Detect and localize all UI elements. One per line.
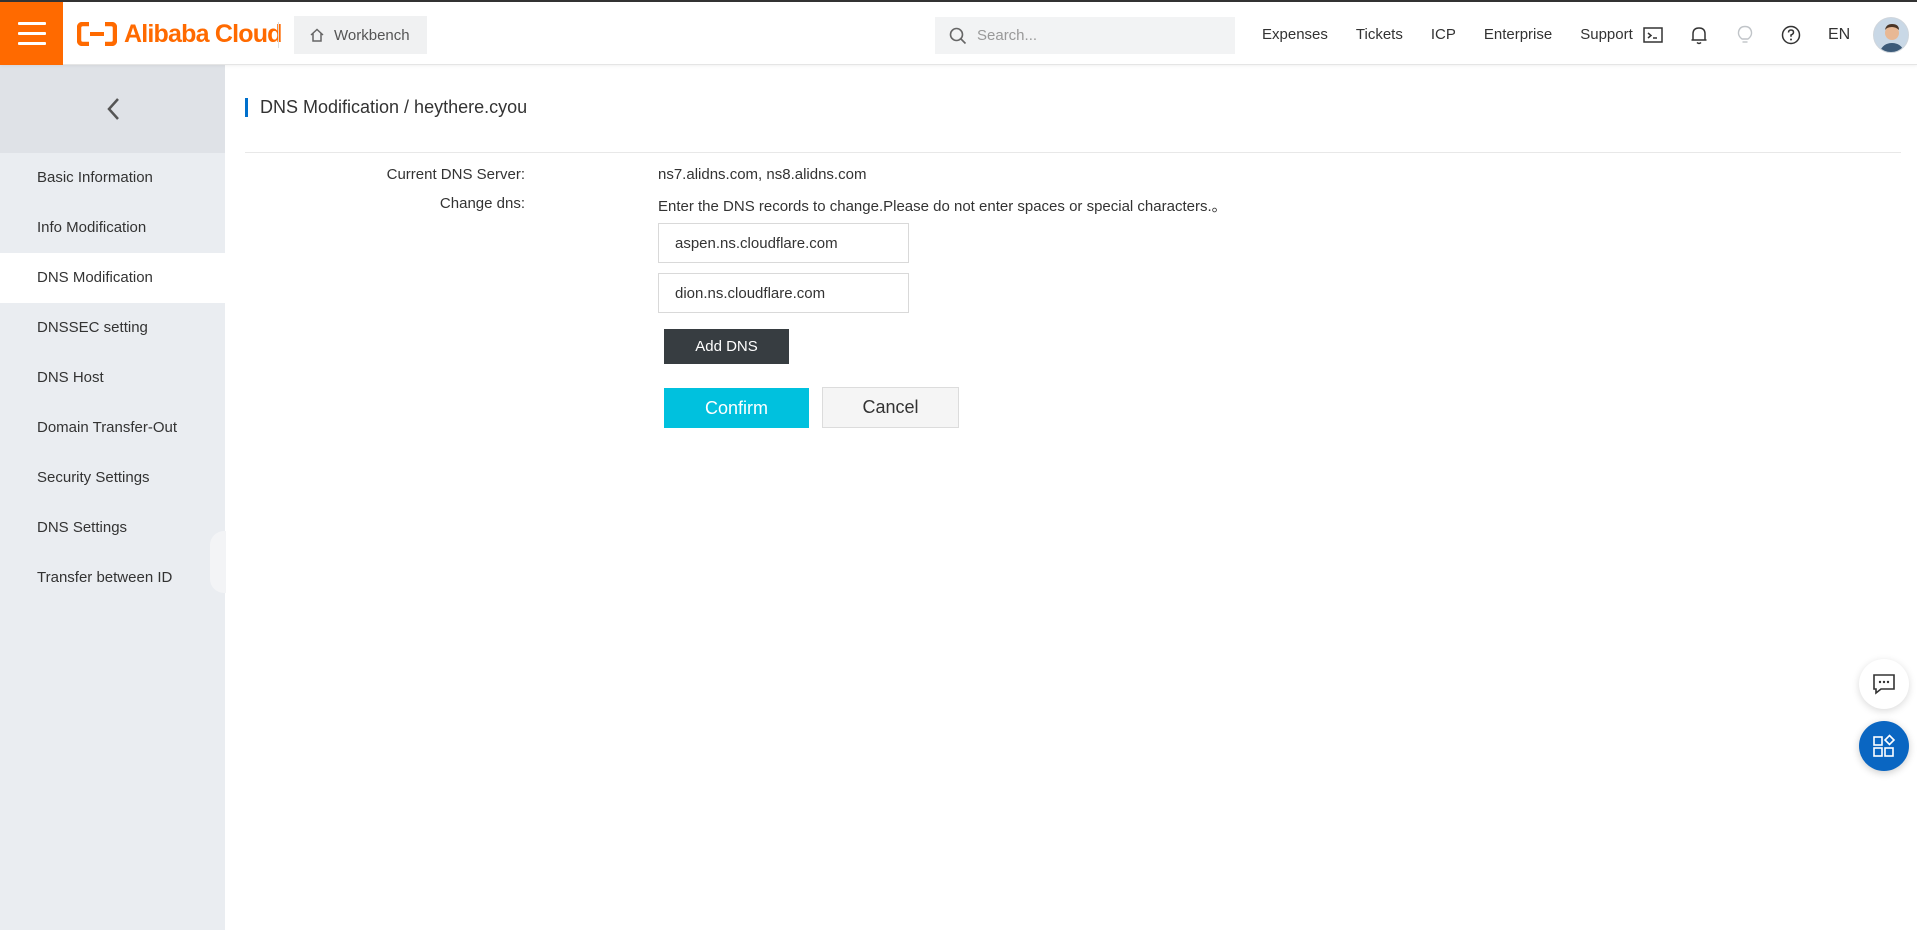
- lightbulb-icon[interactable]: [1732, 22, 1758, 48]
- title-divider: [245, 152, 1901, 153]
- top-nav-links: Expenses Tickets ICP Enterprise Support: [1262, 2, 1661, 67]
- sidebar-item-transfer-between-id[interactable]: Transfer between ID: [0, 553, 225, 603]
- dns-input-1[interactable]: [658, 223, 909, 263]
- alibaba-cloud-logo[interactable]: Alibaba Cloud: [77, 19, 282, 49]
- sidebar-nav: Basic Information Info Modification DNS …: [0, 153, 225, 603]
- main-content: DNS Modification / heythere.cyou Current…: [225, 65, 1917, 930]
- search-icon: [949, 27, 967, 44]
- enterprise-link[interactable]: Enterprise: [1484, 26, 1552, 43]
- add-dns-button[interactable]: Add DNS: [664, 329, 789, 364]
- confirm-button[interactable]: Confirm: [664, 388, 809, 428]
- sidebar: Basic Information Info Modification DNS …: [0, 65, 226, 930]
- chat-button[interactable]: [1859, 659, 1909, 709]
- icp-link[interactable]: ICP: [1431, 26, 1456, 43]
- apps-button[interactable]: [1859, 721, 1909, 771]
- bell-icon[interactable]: [1686, 22, 1712, 48]
- chevron-left-icon: [106, 98, 119, 120]
- change-dns-label: Change dns:: [439, 195, 525, 212]
- cancel-button[interactable]: Cancel: [822, 387, 959, 428]
- current-dns-label: Current DNS Server:: [386, 166, 525, 183]
- sidebar-item-dns-host[interactable]: DNS Host: [0, 353, 225, 403]
- help-icon[interactable]: [1778, 22, 1804, 48]
- change-dns-hint: Enter the DNS records to change.Please d…: [658, 198, 1227, 215]
- search-box[interactable]: [935, 17, 1235, 54]
- dns-input-2[interactable]: [658, 273, 909, 313]
- sidebar-item-dns-settings[interactable]: DNS Settings: [0, 503, 225, 553]
- sidebar-item-security-settings[interactable]: Security Settings: [0, 453, 225, 503]
- sidebar-item-info-modification[interactable]: Info Modification: [0, 203, 225, 253]
- sidebar-resize-handle[interactable]: [210, 531, 226, 593]
- top-bar: Alibaba Cloud Workbench Expenses Tickets…: [0, 0, 1917, 65]
- language-switch[interactable]: EN: [1828, 26, 1850, 44]
- sidebar-item-basic-information[interactable]: Basic Information: [0, 153, 225, 203]
- terminal-icon[interactable]: [1640, 22, 1666, 48]
- menu-icon[interactable]: [0, 2, 63, 65]
- page-title: DNS Modification / heythere.cyou: [245, 98, 527, 117]
- user-avatar[interactable]: [1873, 17, 1909, 53]
- sidebar-item-dnssec-setting[interactable]: DNSSEC setting: [0, 303, 225, 353]
- expenses-link[interactable]: Expenses: [1262, 26, 1328, 43]
- collapse-sidebar-button[interactable]: [0, 65, 225, 153]
- logo-text: Alibaba Cloud: [124, 19, 282, 48]
- alibaba-logo-icon: [77, 22, 117, 46]
- search-input[interactable]: [977, 27, 1217, 44]
- home-icon: [310, 28, 324, 42]
- workbench-button[interactable]: Workbench: [294, 16, 427, 54]
- workbench-label: Workbench: [334, 26, 410, 44]
- sidebar-item-dns-modification[interactable]: DNS Modification: [0, 253, 225, 303]
- current-dns-value: ns7.alidns.com, ns8.alidns.com: [658, 166, 867, 183]
- apps-icon: [1873, 734, 1896, 757]
- sidebar-item-domain-transfer-out[interactable]: Domain Transfer-Out: [0, 403, 225, 453]
- tickets-link[interactable]: Tickets: [1356, 26, 1403, 43]
- top-icons: EN: [1640, 2, 1850, 67]
- support-link[interactable]: Support: [1580, 26, 1633, 43]
- chat-icon: [1873, 674, 1895, 695]
- header-divider: [278, 22, 279, 48]
